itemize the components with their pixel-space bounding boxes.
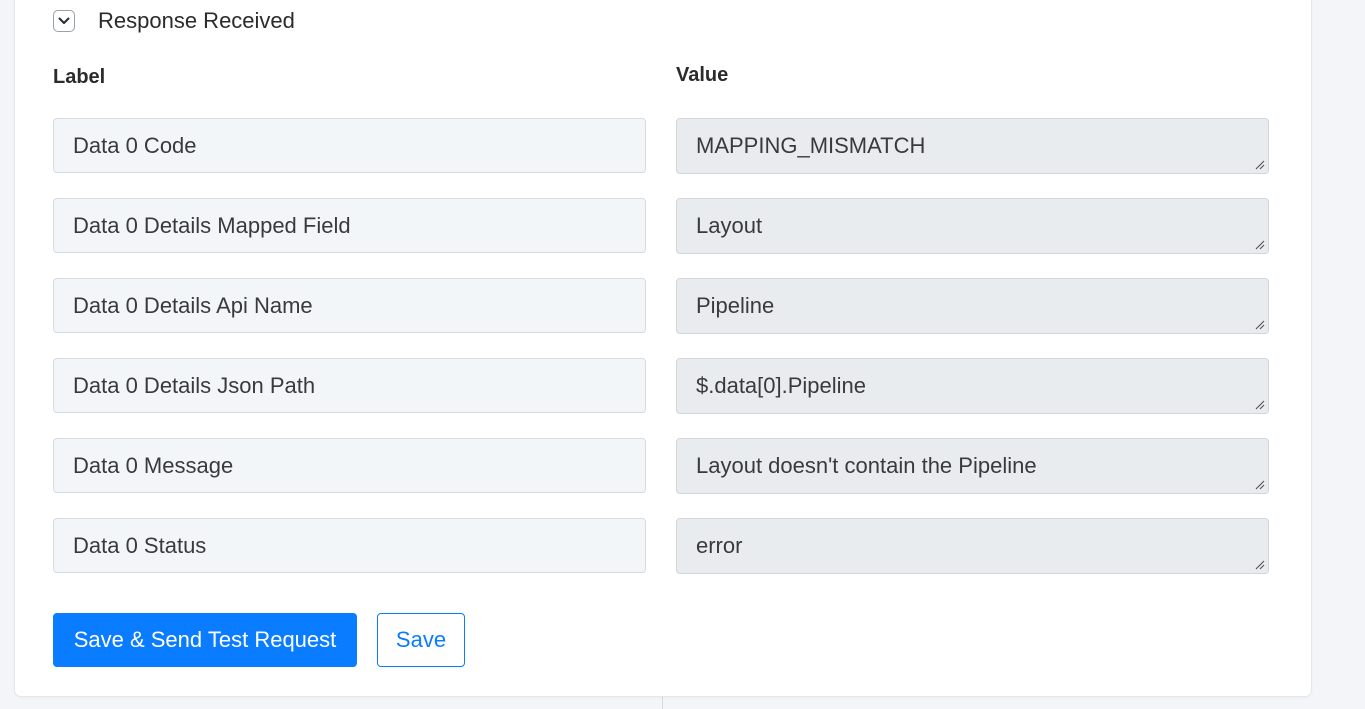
section-header: Response Received bbox=[53, 8, 295, 34]
value-textarea[interactable]: MAPPING_MISMATCH bbox=[676, 118, 1269, 174]
field-row: Data 0 Status error bbox=[53, 518, 1269, 574]
value-textarea[interactable]: $.data[0].Pipeline bbox=[676, 358, 1269, 414]
label-field[interactable]: Data 0 Details Json Path bbox=[53, 358, 646, 413]
value-textarea[interactable]: Layout bbox=[676, 198, 1269, 254]
value-text: Layout doesn't contain the Pipeline bbox=[696, 453, 1037, 478]
resize-grip-icon[interactable] bbox=[1254, 239, 1265, 250]
resize-grip-icon[interactable] bbox=[1254, 159, 1265, 170]
value-column-header: Value bbox=[676, 64, 729, 86]
chevron-down-icon bbox=[58, 17, 70, 24]
value-textarea[interactable]: error bbox=[676, 518, 1269, 574]
value-text: MAPPING_MISMATCH bbox=[696, 133, 926, 158]
value-textarea[interactable]: Layout doesn't contain the Pipeline bbox=[676, 438, 1269, 494]
field-row: Data 0 Code MAPPING_MISMATCH bbox=[53, 118, 1269, 174]
collapse-toggle[interactable] bbox=[53, 10, 75, 32]
resize-grip-icon[interactable] bbox=[1254, 399, 1265, 410]
value-text: Pipeline bbox=[696, 293, 775, 318]
field-row: Data 0 Message Layout doesn't contain th… bbox=[53, 438, 1269, 494]
value-textarea[interactable]: Pipeline bbox=[676, 278, 1269, 334]
label-field[interactable]: Data 0 Details Api Name bbox=[53, 278, 646, 333]
resize-grip-icon[interactable] bbox=[1254, 479, 1265, 490]
resize-grip-icon[interactable] bbox=[1254, 319, 1265, 330]
label-field[interactable]: Data 0 Code bbox=[53, 118, 646, 173]
save-and-send-test-request-button[interactable]: Save & Send Test Request bbox=[53, 613, 357, 667]
label-field[interactable]: Data 0 Status bbox=[53, 518, 646, 573]
resize-grip-icon[interactable] bbox=[1254, 559, 1265, 570]
value-text: $.data[0].Pipeline bbox=[696, 373, 867, 398]
field-row: Data 0 Details Mapped Field Layout bbox=[53, 198, 1269, 254]
value-text: error bbox=[696, 533, 743, 558]
response-card: Response Received Label Value Data 0 Cod… bbox=[15, 0, 1311, 696]
label-field[interactable]: Data 0 Details Mapped Field bbox=[53, 198, 646, 253]
field-row: Data 0 Details Api Name Pipeline bbox=[53, 278, 1269, 334]
section-title: Response Received bbox=[98, 8, 295, 33]
label-field[interactable]: Data 0 Message bbox=[53, 438, 646, 493]
field-row: Data 0 Details Json Path $.data[0].Pipel… bbox=[53, 358, 1269, 414]
save-button[interactable]: Save bbox=[377, 613, 465, 667]
value-text: Layout bbox=[696, 213, 763, 238]
label-column-header: Label bbox=[53, 66, 106, 88]
